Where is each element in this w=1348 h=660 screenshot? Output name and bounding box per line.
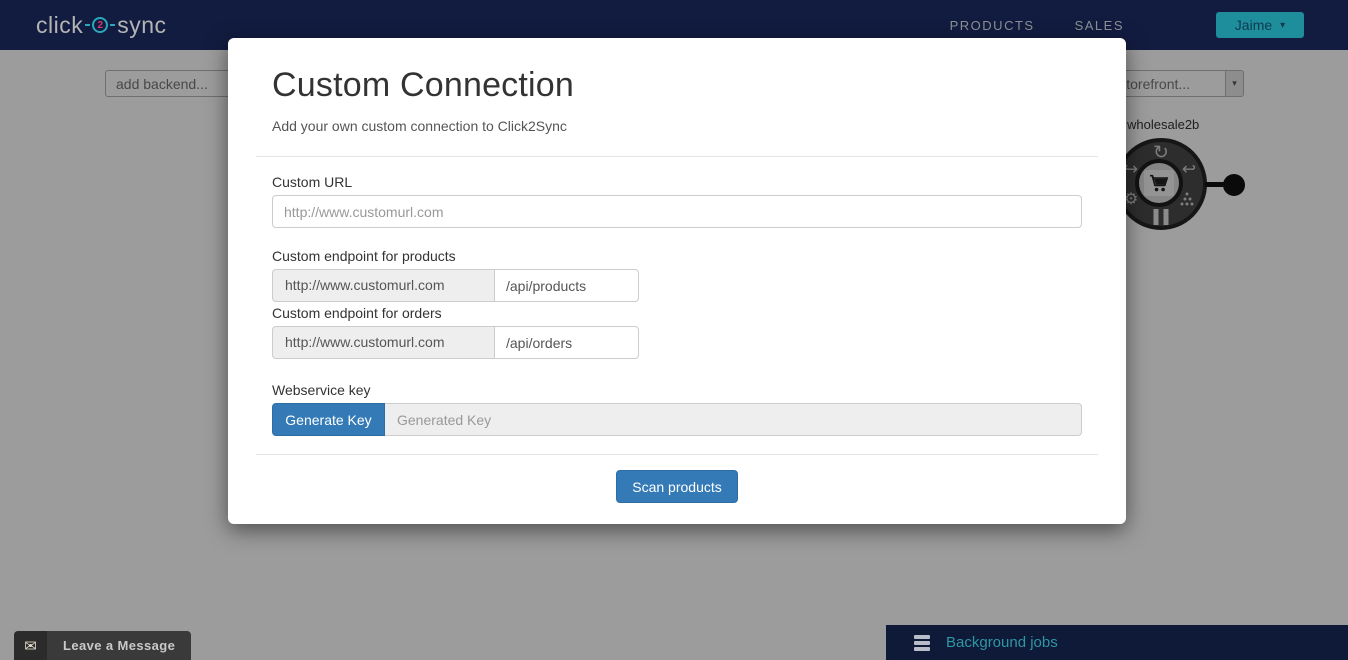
logo-dash-left bbox=[85, 24, 90, 26]
logo-circle-icon: 2 bbox=[92, 17, 108, 33]
endpoint-orders-prefix: http://www.customurl.com bbox=[272, 326, 494, 359]
nav-link-products[interactable]: PRODUCTS bbox=[950, 18, 1035, 33]
caret-down-icon: ▾ bbox=[1280, 20, 1285, 31]
modal-body: Custom URL Custom endpoint for products … bbox=[256, 157, 1098, 436]
webservice-key-label: Webservice key bbox=[272, 382, 1082, 398]
endpoint-orders-label: Custom endpoint for orders bbox=[272, 305, 1082, 321]
endpoint-orders-input[interactable] bbox=[494, 326, 639, 359]
scan-products-button[interactable]: Scan products bbox=[616, 470, 738, 503]
nav-link-sales[interactable]: SALES bbox=[1075, 18, 1124, 33]
webservice-key-group: Generate Key bbox=[272, 403, 1082, 436]
chat-label: Leave a Message bbox=[47, 631, 191, 660]
background-jobs-bar[interactable]: Background jobs bbox=[886, 625, 1348, 660]
endpoint-products-label: Custom endpoint for products bbox=[272, 248, 1082, 264]
endpoint-products-prefix: http://www.customurl.com bbox=[272, 269, 494, 302]
custom-connection-modal: Custom Connection Add your own custom co… bbox=[228, 38, 1126, 524]
custom-url-input[interactable] bbox=[272, 195, 1082, 228]
generated-key-input[interactable] bbox=[385, 403, 1082, 436]
navbar-menu: PRODUCTS SALES Jaime ▾ bbox=[950, 12, 1348, 38]
modal-footer: Scan products bbox=[228, 455, 1126, 503]
jobs-label: Background jobs bbox=[946, 634, 1058, 651]
custom-url-label: Custom URL bbox=[272, 174, 1082, 190]
modal-title: Custom Connection bbox=[272, 66, 1082, 105]
logo-text-click: click bbox=[36, 12, 83, 39]
endpoint-products-input[interactable] bbox=[494, 269, 639, 302]
user-menu-button[interactable]: Jaime ▾ bbox=[1216, 12, 1304, 38]
jobs-stack-icon bbox=[914, 635, 930, 651]
user-name: Jaime bbox=[1235, 17, 1272, 33]
leave-a-message-button[interactable]: ✉ Leave a Message bbox=[14, 631, 191, 660]
logo-text-sync: sync bbox=[117, 12, 166, 39]
generate-key-button[interactable]: Generate Key bbox=[272, 403, 385, 436]
endpoint-orders-group: http://www.customurl.com bbox=[272, 326, 1082, 359]
app-logo[interactable]: click 2 sync bbox=[36, 12, 167, 39]
modal-header: Custom Connection Add your own custom co… bbox=[256, 38, 1098, 157]
logo-number: 2 bbox=[97, 20, 103, 31]
envelope-icon: ✉ bbox=[14, 631, 47, 660]
logo-dash-right bbox=[110, 24, 115, 26]
modal-subtitle: Add your own custom connection to Click2… bbox=[272, 118, 1082, 134]
endpoint-products-group: http://www.customurl.com bbox=[272, 269, 1082, 302]
